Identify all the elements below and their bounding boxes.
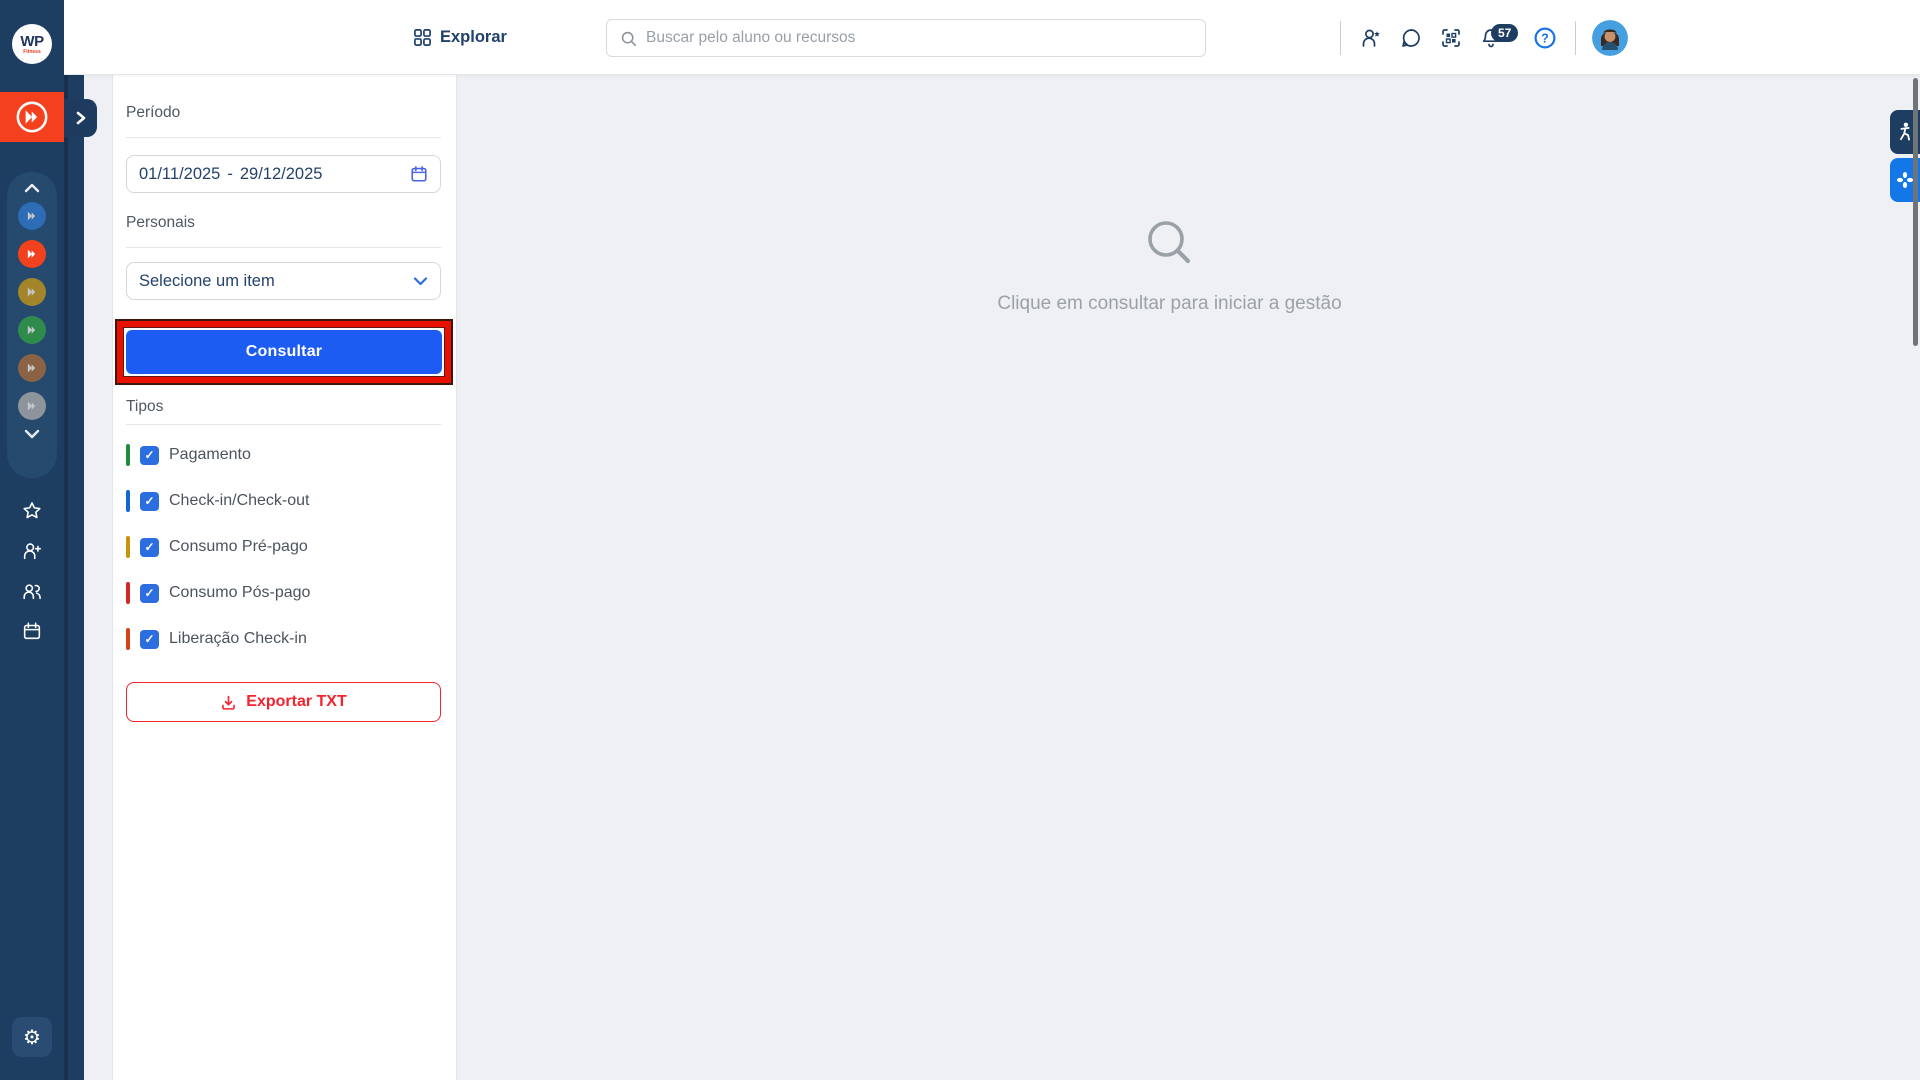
type-label: Liberação Check-in [169,630,307,647]
type-label: Check-in/Check-out [169,492,310,509]
svg-text:?: ? [1541,31,1549,45]
type-color-bar [126,628,130,650]
type-label: Consumo Pós-pago [169,584,311,601]
filter-panel: Período 01/11/2025 - 29/12/2025 Personai… [112,75,457,1080]
star-icon[interactable] [21,500,43,522]
qr-code-icon [1442,28,1460,47]
header-divider [1575,20,1576,55]
period-end-value: 29/12/2025 [239,164,323,183]
chat-bubble-icon [1402,28,1420,47]
consult-button[interactable]: Consultar [126,330,442,374]
chevron-up-icon[interactable] [23,182,41,194]
sidebar-unit-green-icon[interactable] [18,316,46,344]
divider [126,424,441,425]
person-add-icon[interactable] [21,540,43,562]
checkbox-checked[interactable]: ✓ [140,491,159,511]
messages-button[interactable] [1391,18,1431,58]
period-separator: - [227,164,233,183]
main-content: Período 01/11/2025 - 29/12/2025 Personai… [84,75,1920,1080]
wings-icon [22,358,42,378]
explore-menu-button[interactable]: Explorar [413,0,507,75]
type-color-bar [126,444,130,466]
sidebar-module-rail [7,172,57,478]
people-icon[interactable] [21,580,43,602]
grid-icon [414,29,431,46]
checkbox-checked[interactable]: ✓ [140,445,159,465]
type-label: Consumo Pré-pago [169,538,308,555]
type-color-bar [126,582,130,604]
download-icon [222,695,236,710]
primary-sidebar: WP Fitness ⚙ [0,0,64,1080]
global-search-input[interactable] [646,29,1205,47]
help-button[interactable]: ? [1525,18,1565,58]
type-color-bar [126,490,130,512]
add-student-button[interactable] [1351,18,1391,58]
top-header: Explorar Buscar pelo aluno ou recursos 5… [64,0,1920,75]
wings-icon [22,282,42,302]
brand-logo-text: WP [20,32,44,50]
period-label: Período [126,104,181,121]
type-filter-consumo-pre-pago[interactable]: ✓ Consumo Pré-pago [126,534,308,560]
notification-count-badge: 57 [1491,23,1519,42]
wings-icon [22,244,42,264]
big-search-icon [1147,221,1190,264]
checkbox-checked[interactable]: ✓ [140,537,159,557]
sidebar-unit-blue-icon[interactable] [18,202,46,230]
export-txt-label: Exportar TXT [246,693,347,710]
gear-icon: ⚙ [23,1026,41,1049]
calendar-icon [411,166,427,182]
qr-scan-button[interactable] [1431,18,1471,58]
help-circle-icon: ? [1534,27,1556,48]
type-label: Pagamento [169,446,251,463]
type-filter-liberacao-checkin[interactable]: ✓ Liberação Check-in [126,626,307,652]
sidebar-unit-gold-icon[interactable] [18,278,46,306]
flower-spiral-icon [1897,172,1913,188]
checkbox-checked[interactable]: ✓ [140,583,159,603]
type-filter-consumo-pos-pago[interactable]: ✓ Consumo Pós-pago [126,580,310,606]
empty-state: Clique em consultar para iniciar a gestã… [459,75,1880,1080]
type-filter-pagamento[interactable]: ✓ Pagamento [126,442,251,468]
divider [126,137,441,138]
user-avatar[interactable] [1592,19,1628,56]
checkbox-checked[interactable]: ✓ [140,629,159,649]
consult-highlight-annotation: Consultar [115,319,453,385]
empty-state-message: Clique em consultar para iniciar a gestã… [997,293,1342,314]
calendar-icon[interactable] [21,620,43,642]
divider [126,247,441,248]
chevron-down-icon [413,277,428,286]
sidebar-item-active-module[interactable] [0,92,64,142]
expand-subnav-button[interactable] [64,99,97,137]
explore-label: Explorar [440,28,507,46]
export-txt-button[interactable]: Exportar TXT [126,682,441,722]
type-color-bar [126,536,130,558]
sidebar-unit-red-icon[interactable] [18,240,46,268]
wings-ring-icon [15,100,49,134]
personals-select[interactable]: Selecione um item [126,262,441,300]
wings-icon [22,320,42,340]
sidebar-unit-gray-icon[interactable] [18,392,46,420]
header-divider [1340,20,1341,55]
type-filter-checkin-checkout[interactable]: ✓ Check-in/Check-out [126,488,310,514]
wings-icon [22,206,42,226]
global-search [606,19,1206,57]
notifications-button[interactable]: 57 [1471,18,1519,58]
date-range-field[interactable]: 01/11/2025 - 29/12/2025 [126,155,441,193]
collapsed-subnav-strip [64,75,84,1080]
types-label: Tipos [126,398,164,415]
accessibility-person-icon [1900,122,1910,141]
avatar-image [1592,19,1628,56]
brand-logo-subtext: Fitness [23,48,41,55]
period-start-value: 01/11/2025 [139,164,221,183]
personals-label: Personais [126,214,195,231]
wings-icon [22,396,42,416]
search-icon [621,31,637,46]
person-star-icon [1362,29,1380,47]
chevron-down-icon[interactable] [23,428,41,440]
personals-select-placeholder: Selecione um item [139,271,275,290]
settings-button[interactable]: ⚙ [12,1017,52,1057]
brand-logo[interactable]: WP Fitness [12,24,52,64]
chevron-right-icon [76,111,85,125]
sidebar-unit-brown-icon[interactable] [18,354,46,382]
page-scrollbar-thumb[interactable] [1913,78,1918,346]
